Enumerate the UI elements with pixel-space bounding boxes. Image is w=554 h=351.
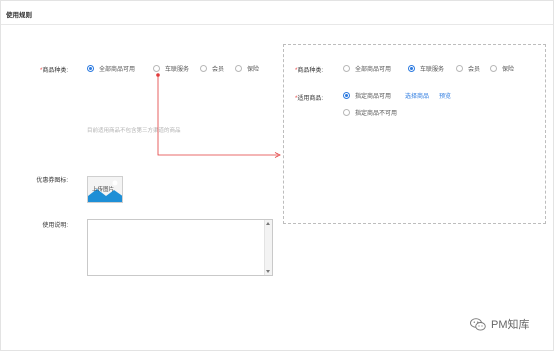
select-products-link[interactable]: 选择商品: [405, 91, 429, 100]
upload-image-button[interactable]: 上传图片: [87, 176, 123, 203]
radio-dot: [200, 65, 207, 72]
scroll-down-icon[interactable]: [266, 270, 270, 273]
variant-radio-insurance[interactable]: 保险: [490, 64, 514, 73]
applicable-products-label: *适用商品:: [295, 96, 324, 102]
variant-radio-car-service[interactable]: 车联服务: [408, 64, 444, 73]
upload-image-label: 上传图片: [92, 187, 115, 193]
radio-dot: [87, 65, 94, 72]
watermark: PM知库: [470, 316, 530, 332]
radio-specified-unavailable[interactable]: 指定商品不可用: [343, 108, 397, 117]
radio-dot: [153, 65, 160, 72]
section-title: 使用规则: [6, 12, 32, 19]
variant-product-type-label: *商品种类:: [295, 68, 324, 74]
product-type-label: *商品种类:: [39, 68, 68, 74]
product-hint: 目前适用商品不包含第三方渠道的商品: [87, 128, 181, 134]
radio-member[interactable]: 会员: [200, 64, 224, 73]
usage-label: 使用说明:: [42, 223, 68, 229]
radio-dot: [343, 92, 350, 99]
radio-dot: [343, 65, 350, 72]
title-divider: [1, 24, 553, 25]
radio-dot: [490, 65, 497, 72]
variant-radio-all-products[interactable]: 全部商品可用: [343, 64, 391, 73]
usage-textarea[interactable]: [87, 219, 273, 276]
radio-insurance[interactable]: 保险: [235, 64, 259, 73]
radio-specified-available[interactable]: 指定商品可用: [343, 91, 391, 100]
radio-dot: [235, 65, 242, 72]
textarea-scrollbar[interactable]: [264, 220, 272, 275]
coupon-icon-label: 优惠券图标:: [36, 178, 68, 184]
variant-radio-member[interactable]: 会员: [456, 64, 480, 73]
radio-dot: [343, 109, 350, 116]
wechat-icon: [470, 317, 486, 331]
preview-link[interactable]: 预览: [439, 91, 451, 100]
radio-car-service[interactable]: 车联服务: [153, 64, 189, 73]
radio-dot: [408, 65, 415, 72]
watermark-text: PM知库: [491, 319, 530, 331]
scroll-up-icon[interactable]: [266, 222, 270, 225]
radio-dot: [456, 65, 463, 72]
radio-all-products[interactable]: 全部商品可用: [87, 64, 135, 73]
